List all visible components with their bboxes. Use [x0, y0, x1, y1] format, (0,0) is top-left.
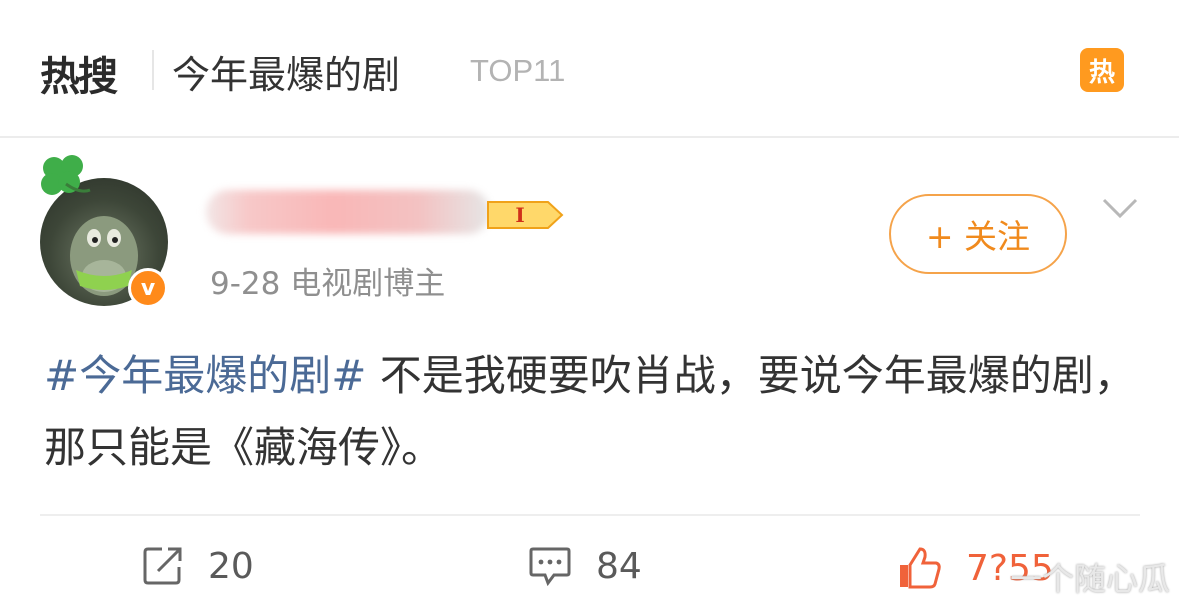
username-blurred[interactable] [206, 190, 490, 234]
hot-search-topic[interactable]: 今年最爆的剧 [172, 44, 400, 99]
verified-badge: v [128, 268, 168, 308]
hot-badge: 热 [1080, 48, 1124, 92]
action-divider [40, 514, 1140, 516]
comment-button[interactable]: 84 [528, 545, 642, 587]
comment-count: 84 [596, 545, 642, 587]
repost-icon [143, 547, 182, 585]
hot-search-logo: 热搜 [40, 54, 118, 100]
divider [152, 50, 154, 90]
follow-button[interactable]: + 关注 [889, 194, 1067, 274]
clover-icon [41, 155, 91, 195]
level-badge-text: I [515, 203, 524, 227]
like-icon [900, 547, 941, 589]
comment-icon [529, 547, 571, 587]
post-text: #今年最爆的剧# 不是我硬要吹肖战，要说今年最爆的剧，那只能是《藏海传》。 [44, 340, 1144, 484]
hot-search-bar[interactable]: 热搜 今年最爆的剧 TOP11 热 [0, 0, 1179, 138]
level-badge-icon: I [487, 201, 564, 229]
chevron-down-icon[interactable] [1100, 196, 1140, 220]
repost-button[interactable]: 20 [142, 545, 254, 587]
post-meta: 9-28 电视剧博主 [210, 266, 446, 302]
hashtag-link[interactable]: #今年最爆的剧# [44, 351, 366, 400]
watermark: 一个随心瓜 [1010, 560, 1171, 598]
hot-search-rank: TOP11 [470, 53, 566, 88]
repost-count: 20 [208, 545, 254, 587]
